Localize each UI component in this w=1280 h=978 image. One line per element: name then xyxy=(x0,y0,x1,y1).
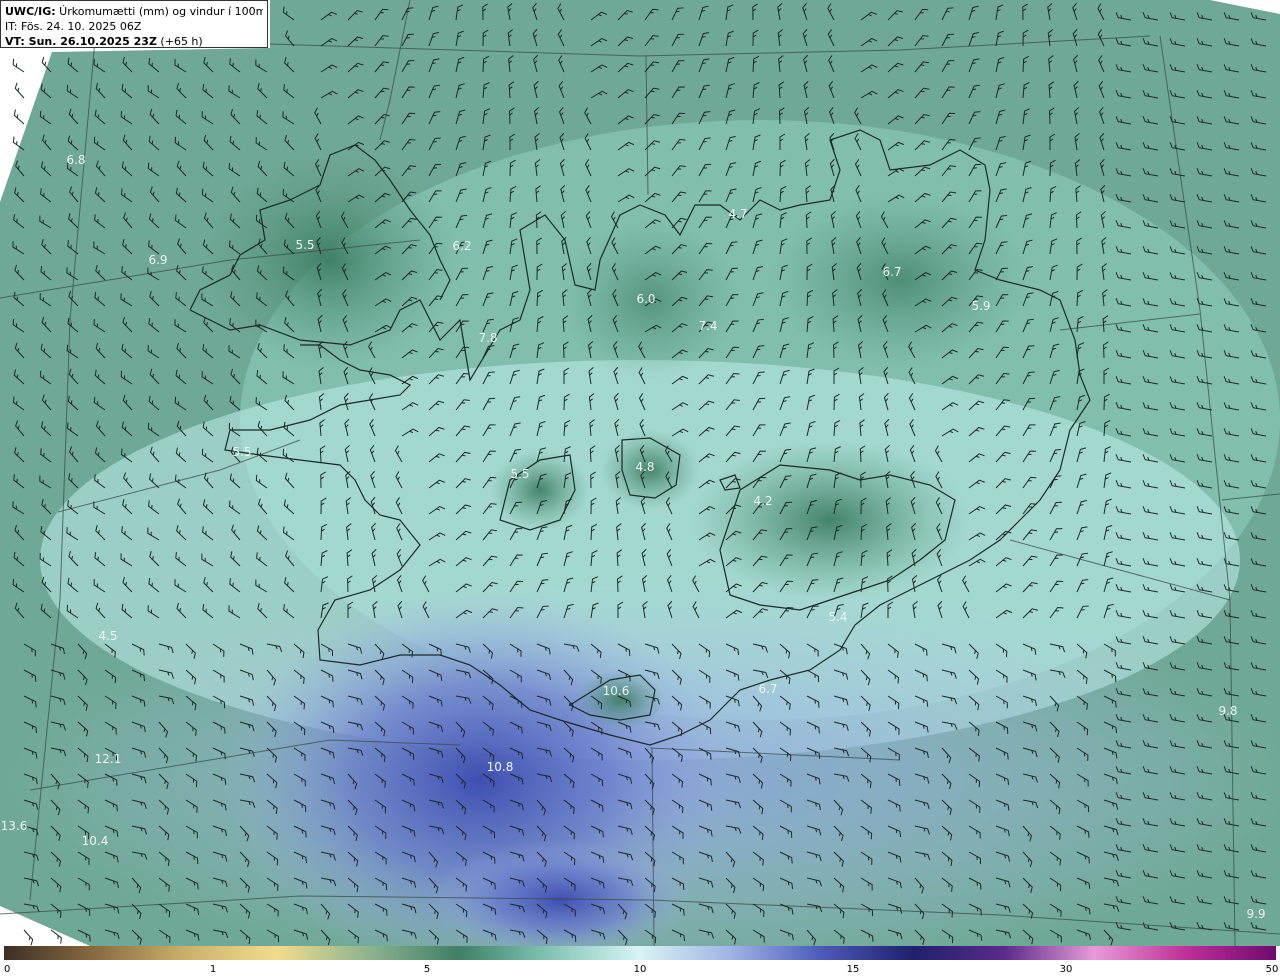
colorbar-tick-0: 0 xyxy=(4,964,11,975)
map-value-label: 9.8 xyxy=(1218,704,1237,718)
colorbar-tick-15: 15 xyxy=(846,964,860,975)
map-title: UWC/IG: Úrkomumætti (mm) og vindur í 100… xyxy=(5,4,263,19)
map-value-label: 10.6 xyxy=(603,684,630,698)
map-value-label: 4.8 xyxy=(635,460,654,474)
precip-area xyxy=(200,150,460,370)
precip-area xyxy=(575,670,665,730)
map-value-label: 9.9 xyxy=(1246,907,1265,921)
colorbar-tick-30: 30 xyxy=(1059,964,1073,975)
map-value-label: 4.2 xyxy=(753,494,772,508)
map-value-label: 6.0 xyxy=(636,292,655,306)
colorbar-gradient xyxy=(4,946,1276,960)
valid-time-prefix: VT: Sun. 26.10.2025 23Z xyxy=(5,35,157,48)
map-value-label: 10.4 xyxy=(82,834,109,848)
map-value-label: 5.9 xyxy=(971,299,990,313)
precip-area xyxy=(690,440,970,600)
map-value-label: 4.7 xyxy=(728,207,747,221)
map-value-label: 7.4 xyxy=(698,319,717,333)
valid-time: VT: Sun. 26.10.2025 23Z (+65 h) xyxy=(5,34,263,49)
map-value-label: 6.9 xyxy=(148,253,167,267)
map-value-label: 10.8 xyxy=(487,760,514,774)
map-value-label: 4.5 xyxy=(98,629,117,643)
map-value-label: 6.2 xyxy=(452,239,471,253)
colorbar-tick-10: 10 xyxy=(633,964,647,975)
colorbar-tick-1: 1 xyxy=(209,964,217,975)
map-value-label: 5.5 xyxy=(295,238,314,252)
map-value-label: 6.7 xyxy=(758,682,777,696)
map-value-label: 5.4 xyxy=(828,610,847,624)
init-time: IT: Fös. 24. 10. 2025 06Z xyxy=(5,20,142,33)
map-value-label: 12.1 xyxy=(95,752,122,766)
map-info-box: UWC/IG: Úrkomumætti (mm) og vindur í 100… xyxy=(0,0,268,48)
map-value-label: 7.8 xyxy=(478,331,497,345)
colorbar-tick-50: 50 xyxy=(1265,964,1279,975)
valid-time-suffix: (+65 h) xyxy=(156,35,203,48)
title-prefix: UWC/IG: xyxy=(5,5,56,18)
colorbar-tick-5: 5 xyxy=(423,964,431,975)
map-value-label: 5.5 xyxy=(232,445,251,459)
map-value-label: 6.8 xyxy=(66,153,85,167)
precipitation-wind-map: 6.8 5.5 6.2 6.9 7.8 6.0 7.4 5.5 6.7 5.9 5.5 5.4 4.8 4… xyxy=(0,0,1280,946)
map-value-label: 13.6 xyxy=(1,819,28,833)
map-value-label: 6.7 xyxy=(882,265,901,279)
colorbar-legend: 0 1 5 10 15 30 50 xyxy=(0,946,1280,978)
map-value-label: 5.5 xyxy=(510,467,529,481)
title-text: Úrkomumætti (mm) og vindur í 100m hæð xyxy=(59,5,263,18)
